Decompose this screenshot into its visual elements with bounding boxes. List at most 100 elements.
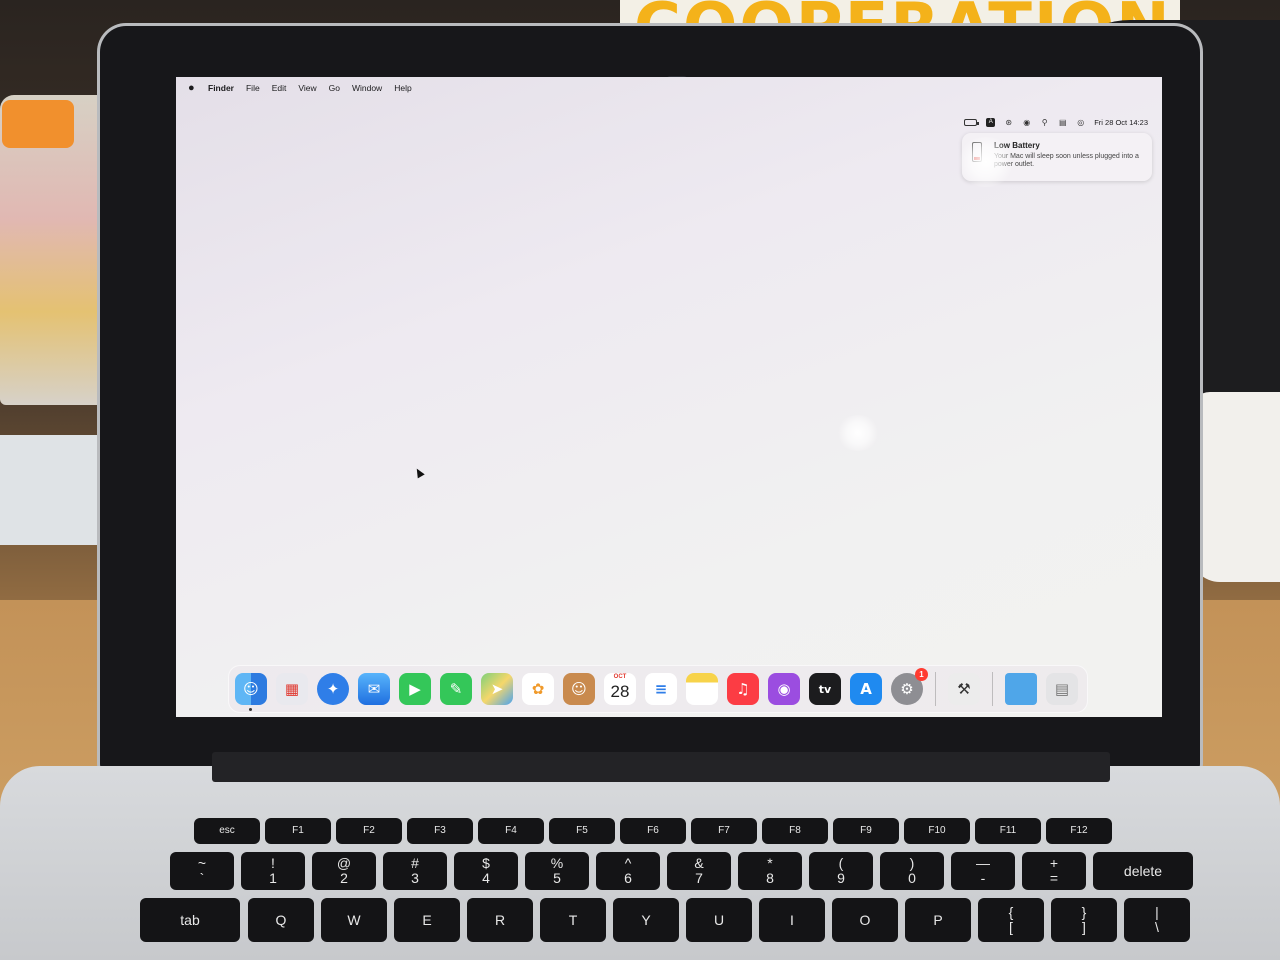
key-top-row[interactable]: | \ — [1124, 898, 1190, 942]
menu-window[interactable]: Window — [352, 83, 382, 93]
running-indicator — [249, 708, 252, 711]
key-number-row[interactable]: ~ ` — [170, 852, 234, 890]
key-number-row[interactable]: ^ 6 — [596, 852, 660, 890]
facetime-icon-glyph: ▶ — [409, 680, 421, 698]
notification-badge: 1 — [915, 668, 928, 681]
menu-go[interactable]: Go — [329, 83, 340, 93]
key-number-row[interactable]: delete — [1093, 852, 1193, 890]
key-top-row[interactable]: P — [905, 898, 971, 942]
dock-separator — [992, 672, 993, 706]
menu-edit[interactable]: Edit — [272, 83, 287, 93]
dock-mail-icon[interactable]: ✉ — [358, 673, 390, 705]
key-top-row[interactable]: { [ — [978, 898, 1044, 942]
key-top-row[interactable]: } ] — [1051, 898, 1117, 942]
laptop-hinge — [212, 752, 1110, 782]
battery-icon[interactable] — [964, 118, 980, 126]
maps-icon-glyph: ➤ — [490, 680, 504, 698]
dock-music-icon[interactable]: ♫ — [727, 673, 759, 705]
dock-launchpad-icon[interactable]: ▦ — [276, 673, 308, 705]
key-top-row[interactable]: Y — [613, 898, 679, 942]
key-f1[interactable]: F1 — [265, 818, 331, 844]
dock-app-store-icon[interactable]: A — [850, 673, 882, 705]
key-number-row[interactable]: # 3 — [383, 852, 447, 890]
key-top-row[interactable]: R — [467, 898, 533, 942]
key-number-row[interactable]: % 5 — [525, 852, 589, 890]
dock-contacts-icon[interactable]: ☺ — [563, 673, 595, 705]
menu-bar: ● Finder File Edit View Go Window Help — [176, 77, 1162, 99]
mouse-pointer — [413, 466, 425, 479]
user-icon[interactable]: ◉ — [1022, 118, 1031, 127]
key-top-row[interactable]: O — [832, 898, 898, 942]
dock-tv-icon[interactable]: tv — [809, 673, 841, 705]
key-f7[interactable]: F7 — [691, 818, 757, 844]
finder-icon-glyph: ☺ — [243, 680, 259, 698]
key-f8[interactable]: F8 — [762, 818, 828, 844]
wifi-icon[interactable]: ⊛ — [1004, 118, 1013, 127]
screen-glare — [836, 415, 880, 451]
calendar-day: 28 — [610, 682, 630, 701]
dock-utility-icon[interactable]: ⚒ — [948, 673, 980, 705]
spotlight-search-icon[interactable]: ⚲ — [1040, 118, 1049, 127]
podcasts-icon-glyph: ◉ — [777, 680, 791, 698]
key-f5[interactable]: F5 — [549, 818, 615, 844]
screen-glare — [956, 137, 1016, 187]
key-number-row[interactable]: @ 2 — [312, 852, 376, 890]
background-bottle-cap — [2, 100, 74, 148]
key-top-row[interactable]: T — [540, 898, 606, 942]
key-number-row[interactable]: — - — [951, 852, 1015, 890]
key-top-row[interactable]: Q — [248, 898, 314, 942]
key-f2[interactable]: F2 — [336, 818, 402, 844]
dock-facetime-icon[interactable]: ▶ — [399, 673, 431, 705]
key-number-row[interactable]: * 8 — [738, 852, 802, 890]
key-esc[interactable]: esc — [194, 818, 260, 844]
key-number-row[interactable]: + = — [1022, 852, 1086, 890]
key-number-row[interactable]: ! 1 — [241, 852, 305, 890]
key-top-row[interactable]: U — [686, 898, 752, 942]
key-f3[interactable]: F3 — [407, 818, 473, 844]
key-top-row[interactable]: tab — [140, 898, 240, 942]
menu-app-name[interactable]: Finder — [208, 83, 234, 93]
dock-notes-icon[interactable] — [686, 673, 718, 705]
menu-file[interactable]: File — [246, 83, 260, 93]
key-number-row[interactable]: ) 0 — [880, 852, 944, 890]
menu-help[interactable]: Help — [394, 83, 411, 93]
dock-separator — [935, 672, 936, 706]
key-top-row[interactable]: W — [321, 898, 387, 942]
calendar-month: OCT — [613, 674, 627, 680]
apple-menu-icon[interactable]: ● — [188, 82, 198, 94]
dock-messages-icon[interactable]: ✎ — [440, 673, 472, 705]
dock-podcasts-icon[interactable]: ◉ — [768, 673, 800, 705]
dock-safari-icon[interactable]: ✦ — [317, 673, 349, 705]
key-number-row[interactable]: & 7 — [667, 852, 731, 890]
settings-icon-glyph: ⚙ — [900, 680, 914, 698]
key-f4[interactable]: F4 — [478, 818, 544, 844]
siri-icon[interactable]: ◎ — [1076, 118, 1085, 127]
dock-trash-icon[interactable]: ▤ — [1046, 673, 1078, 705]
dock-calendar-icon[interactable]: OCT 28 — [604, 673, 636, 705]
dock-photos-icon[interactable]: ✿ — [522, 673, 554, 705]
control-center-icon[interactable]: ▤ — [1058, 118, 1067, 127]
keyboard: esc F1 F2 F3 F4 F5 F6 F7 F8 F9 F10 F11 F12 ~ `! 1 @ 2 #… — [140, 818, 1280, 960]
key-top-row[interactable]: E — [394, 898, 460, 942]
dock-folder-icon[interactable] — [1005, 673, 1037, 705]
dock-maps-icon[interactable]: ➤ — [481, 673, 513, 705]
key-f10[interactable]: F10 — [904, 818, 970, 844]
key-number-row[interactable]: ( 9 — [809, 852, 873, 890]
music-icon-glyph: ♫ — [736, 680, 750, 698]
notification-body: Your Mac will sleep soon unless plugged … — [994, 153, 1139, 169]
dock-settings-icon[interactable]: ⚙ 1 — [891, 668, 928, 705]
menu-view[interactable]: View — [298, 83, 316, 93]
key-f9[interactable]: F9 — [833, 818, 899, 844]
key-top-row[interactable]: I — [759, 898, 825, 942]
dock-finder-icon[interactable]: ☺ — [235, 673, 267, 711]
desktop-screen[interactable]: ● Finder File Edit View Go Window Help A… — [176, 77, 1162, 717]
messages-icon-glyph: ✎ — [449, 680, 463, 698]
key-number-row[interactable]: $ 4 — [454, 852, 518, 890]
menu-bar-clock[interactable]: Fri 28 Oct 14:23 — [1094, 118, 1148, 127]
key-f6[interactable]: F6 — [620, 818, 686, 844]
input-source-icon[interactable]: A — [986, 117, 996, 127]
key-f12[interactable]: F12 — [1046, 818, 1112, 844]
dock-reminders-icon[interactable]: ≡ — [645, 673, 677, 705]
reminders-icon-glyph: ≡ — [654, 680, 668, 698]
key-f11[interactable]: F11 — [975, 818, 1041, 844]
